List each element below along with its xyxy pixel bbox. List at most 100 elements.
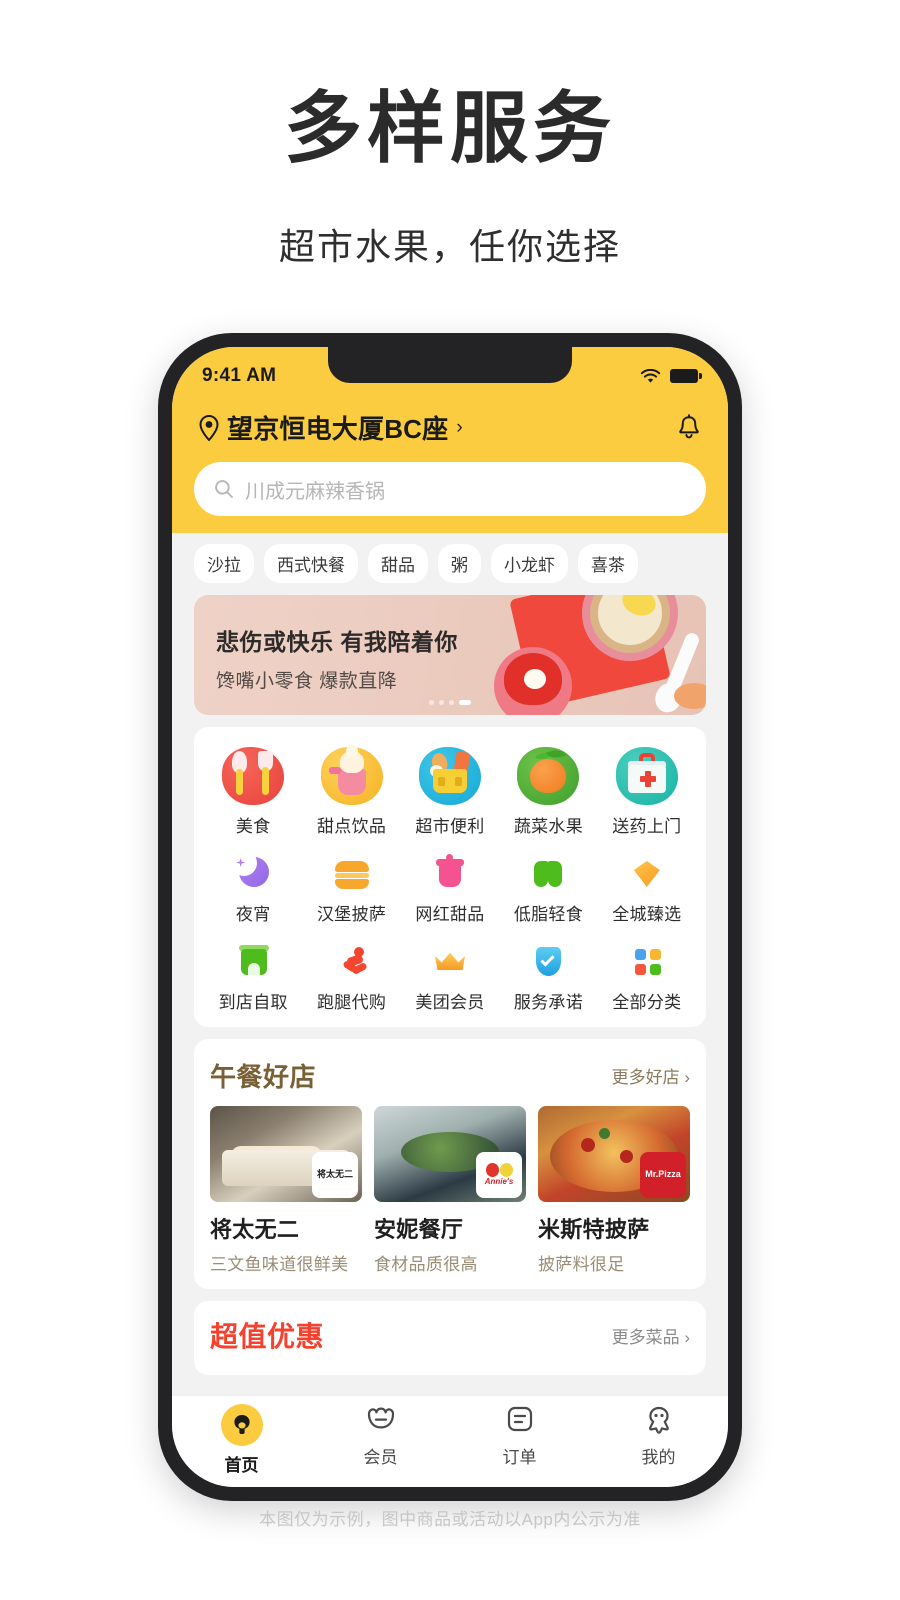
- category-lowfat[interactable]: 低脂轻食: [499, 853, 597, 925]
- tab-home[interactable]: 首页: [172, 1404, 311, 1476]
- category-label: 送药上门: [612, 817, 682, 836]
- lunch-more-link[interactable]: 更多好店 ›: [612, 1063, 690, 1088]
- cutlery-icon: [222, 743, 285, 805]
- tab-profile[interactable]: 我的: [589, 1404, 728, 1468]
- lunch-section-title: 午餐好店: [210, 1062, 317, 1092]
- notification-bell-icon[interactable]: [676, 413, 702, 442]
- category-grid-row-3: 到店自取 跑腿代购 美团会员 服务承诺 全部分类: [204, 941, 696, 1013]
- shop-desc: 披萨料很足: [538, 1255, 625, 1274]
- category-label: 网红甜品: [415, 905, 485, 924]
- category-grid-card: 美食 甜点饮品 超市便利 蔬菜水果 送药上门 夜宵 汉堡披萨 网红甜品 低脂轻食…: [194, 727, 706, 1027]
- category-burger-pizza[interactable]: 汉堡披萨: [302, 853, 400, 925]
- category-chip-row: 沙拉 西式快餐 甜品 粥 小龙虾 喜茶: [172, 536, 728, 595]
- category-dessert-drinks[interactable]: 甜点饮品: [302, 743, 400, 837]
- deals-more-link[interactable]: 更多菜品 ›: [612, 1323, 690, 1348]
- promo-page: 多样服务 超市水果，任你选择 9:41 AM 望京恒电大厦BC座 › 川成元麻辣…: [0, 0, 900, 1600]
- category-store-pickup[interactable]: 到店自取: [204, 941, 302, 1013]
- banner-subline: 馋嘴小零食 爆款直降: [216, 671, 398, 692]
- banner-pagination[interactable]: [429, 700, 471, 705]
- deals-card: 超值优惠 更多菜品 ›: [194, 1301, 706, 1375]
- chip-salad[interactable]: 沙拉: [194, 544, 254, 583]
- chip-crayfish[interactable]: 小龙虾: [491, 544, 568, 583]
- home-kangaroo-icon: [220, 1404, 263, 1446]
- status-indicators: [640, 368, 702, 384]
- crown-membership-icon: [430, 941, 470, 981]
- search-placeholder: 川成元麻辣香锅: [245, 480, 385, 503]
- wifi-icon: [640, 368, 661, 383]
- banner-dot[interactable]: [449, 700, 454, 705]
- category-label: 汉堡披萨: [317, 905, 387, 924]
- supermarket-basket-icon: [419, 743, 482, 805]
- bottom-tab-bar: 首页 会员 订单 我的: [172, 1395, 728, 1487]
- moon-icon: [231, 850, 273, 893]
- category-label: 跑腿代购: [317, 993, 387, 1012]
- category-label: 美食: [235, 817, 271, 836]
- category-label: 美团会员: [415, 993, 485, 1012]
- category-supermarket[interactable]: 超市便利: [401, 743, 499, 837]
- search-input[interactable]: 川成元麻辣香锅: [194, 462, 706, 516]
- shop-brand-logo: 将太无二: [312, 1152, 358, 1198]
- shop-card[interactable]: Annie's 安妮餐厅 食材品质很高: [374, 1106, 526, 1275]
- banner-dot[interactable]: [429, 700, 434, 705]
- store-pickup-icon: [233, 941, 273, 981]
- location-label: 望京恒电大厦BC座: [227, 414, 449, 444]
- chip-heytea[interactable]: 喜茶: [578, 544, 638, 583]
- fruit-vegetable-icon: [517, 743, 580, 805]
- dessert-cup-icon: [430, 853, 470, 893]
- tab-orders[interactable]: 订单: [450, 1404, 589, 1468]
- chip-western-fastfood[interactable]: 西式快餐: [264, 544, 358, 583]
- category-latenight[interactable]: 夜宵: [204, 850, 302, 925]
- category-label: 蔬菜水果: [513, 817, 584, 836]
- category-label: 甜点饮品: [317, 817, 387, 836]
- chip-porridge[interactable]: 粥: [438, 544, 481, 583]
- phone-notch: [328, 347, 572, 383]
- banner-headline: 悲伤或快乐 有我陪着你: [216, 629, 458, 655]
- shop-name: 将太无二: [210, 1217, 300, 1242]
- shop-name: 安妮餐厅: [374, 1217, 464, 1242]
- tab-label: 会员: [363, 1448, 398, 1467]
- banner-artwork: [456, 595, 706, 715]
- shop-photo: 将太无二: [210, 1106, 362, 1202]
- all-categories-grid-icon: [627, 941, 667, 981]
- category-label: 夜宵: [235, 905, 271, 924]
- shop-card[interactable]: 将太无二 将太无二 三文鱼味道很鲜美: [210, 1106, 362, 1275]
- location-selector[interactable]: 望京恒电大厦BC座 ›: [198, 409, 463, 446]
- page-title: 多样服务: [283, 84, 616, 172]
- shop-name: 米斯特披萨: [538, 1217, 650, 1242]
- phone-screen: 9:41 AM 望京恒电大厦BC座 › 川成元麻辣香锅 沙拉 西式快餐 甜品 粥…: [172, 347, 728, 1487]
- lunch-section-header: 午餐好店 更多好店 ›: [204, 1055, 696, 1106]
- dessert-drink-icon: [320, 743, 383, 805]
- category-label: 全城臻选: [612, 905, 682, 924]
- category-label: 超市便利: [415, 817, 485, 836]
- category-fruit-veg[interactable]: 蔬菜水果: [499, 743, 597, 837]
- phone-mockup: 9:41 AM 望京恒电大厦BC座 › 川成元麻辣香锅 沙拉 西式快餐 甜品 粥…: [158, 333, 742, 1501]
- chip-dessert[interactable]: 甜品: [368, 544, 428, 583]
- category-errand[interactable]: 跑腿代购: [302, 941, 400, 1013]
- promo-banner[interactable]: 悲伤或快乐 有我陪着你 馋嘴小零食 爆款直降: [194, 595, 706, 715]
- app-header: 望京恒电大厦BC座 ›: [172, 405, 728, 462]
- shop-card[interactable]: Mr.Pizza 米斯特披萨 披萨料很足: [538, 1106, 690, 1275]
- search-icon: [215, 480, 233, 498]
- runner-errand-icon: [332, 941, 372, 981]
- category-citywide-select[interactable]: 全城臻选: [598, 853, 696, 925]
- location-pin-icon: [199, 414, 219, 441]
- shop-brand-logo: Mr.Pizza: [640, 1152, 686, 1198]
- burger-icon: [332, 853, 372, 893]
- banner-dot-active[interactable]: [459, 700, 471, 705]
- category-membership[interactable]: 美团会员: [401, 941, 499, 1013]
- category-food[interactable]: 美食: [204, 743, 302, 837]
- shop-brand-logo: Annie's: [476, 1152, 522, 1198]
- status-time: 9:41 AM: [202, 365, 277, 386]
- category-service-promise[interactable]: 服务承诺: [499, 941, 597, 1013]
- category-all[interactable]: 全部分类: [598, 941, 696, 1013]
- category-trendy-dessert[interactable]: 网红甜品: [401, 853, 499, 925]
- banner-dot[interactable]: [439, 700, 444, 705]
- tab-label: 订单: [502, 1448, 537, 1467]
- deals-title: 超值优惠: [210, 1321, 325, 1352]
- tab-membership[interactable]: 会员: [311, 1404, 450, 1468]
- lunch-shops-card: 午餐好店 更多好店 › 将太无二 将太无二 三文鱼味道很鲜美 Annie's 安…: [194, 1039, 706, 1289]
- category-medicine[interactable]: 送药上门: [598, 743, 696, 837]
- sprout-icon: [528, 853, 568, 893]
- shop-desc: 食材品质很高: [374, 1255, 478, 1274]
- category-label: 到店自取: [218, 993, 288, 1012]
